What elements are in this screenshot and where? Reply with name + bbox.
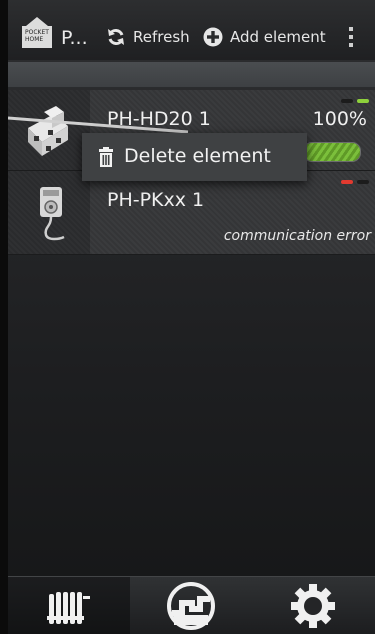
radiator-icon (47, 592, 90, 624)
device-value: 100% (312, 108, 367, 130)
device-status-leds (341, 99, 369, 103)
status-led-right (357, 180, 369, 184)
context-menu: Delete element (82, 133, 307, 181)
device-status-leds (341, 180, 369, 184)
gear-icon (291, 584, 335, 628)
app-screen: POCKET HOME P... Refresh Add element PH-… (8, 0, 375, 634)
tab-settings[interactable] (252, 577, 374, 634)
tab-radiator[interactable] (8, 577, 130, 634)
device-row[interactable]: PH-PKxx 1 communication error (8, 171, 375, 255)
status-led-left (341, 180, 353, 184)
refresh-label: Refresh (133, 28, 190, 46)
status-led-left (341, 99, 353, 103)
logo-text: POCKET HOME (25, 29, 49, 43)
status-led-right (357, 99, 369, 103)
tab-heating-mode[interactable] (130, 577, 252, 634)
device-icon-cell (8, 90, 90, 170)
valve-progress-bar (303, 142, 361, 162)
wall-plug-icon (40, 187, 65, 241)
sub-header-bar (8, 62, 375, 88)
logo-roof (26, 17, 48, 26)
device-icon-cell (8, 171, 90, 254)
add-circle-icon (203, 27, 223, 47)
refresh-button[interactable]: Refresh (106, 27, 190, 47)
add-element-label: Add element (230, 28, 326, 46)
device-status-text: communication error (223, 228, 371, 244)
device-name: PH-HD20 1 (107, 108, 211, 130)
app-logo[interactable]: POCKET HOME (22, 26, 52, 48)
device-name: PH-PKxx 1 (107, 189, 205, 211)
app-title[interactable]: P... (61, 27, 88, 49)
delete-element-label: Delete element (124, 145, 271, 167)
bottom-tab-bar (8, 576, 375, 634)
refresh-icon (108, 28, 124, 46)
action-bar: POCKET HOME P... Refresh Add element (8, 0, 375, 60)
add-element-button[interactable]: Add element (203, 27, 326, 47)
trash-icon (99, 147, 113, 167)
thermostat-head-icon (28, 106, 68, 156)
progress-fill (304, 143, 360, 161)
gauge-icon (167, 582, 215, 630)
overflow-menu-icon[interactable] (347, 27, 355, 49)
